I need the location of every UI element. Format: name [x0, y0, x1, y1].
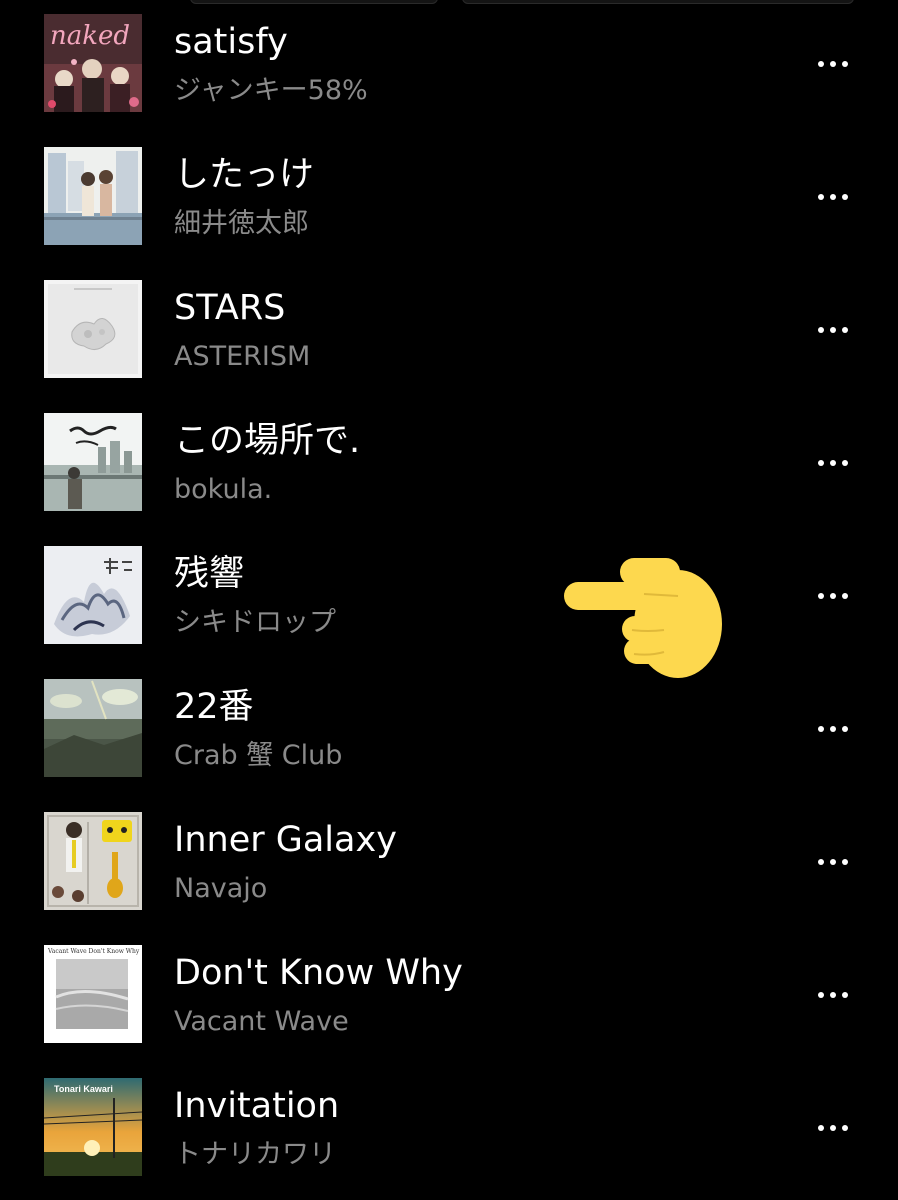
track-artist: ASTERISM: [174, 341, 311, 372]
more-options-button[interactable]: [806, 842, 860, 882]
track-title: Invitation: [174, 1086, 340, 1126]
more-options-button[interactable]: [806, 44, 860, 84]
track-artist: ジャンキー58%: [174, 75, 368, 106]
more-options-button[interactable]: [806, 1108, 860, 1148]
album-art-zankyo: [44, 546, 142, 644]
track-title: Inner Galaxy: [174, 820, 397, 860]
svg-text:Vacant Wave Don't Know Why: Vacant Wave Don't Know Why: [47, 948, 140, 955]
track-artist: シキドロップ: [174, 607, 336, 638]
more-options-button[interactable]: [806, 576, 860, 616]
track-title: 22番: [174, 687, 254, 727]
track-artist: Navajo: [174, 873, 268, 904]
more-options-button[interactable]: [806, 709, 860, 749]
more-options-button[interactable]: [806, 975, 860, 1015]
album-art-model-kit: [44, 812, 142, 910]
svg-text:naked: naked: [50, 21, 130, 51]
track-row[interactable]: 残響 シキドロップ: [0, 532, 898, 665]
pointing-hand-icon: [560, 552, 730, 682]
track-row[interactable]: Inner Galaxy Navajo: [0, 798, 898, 931]
track-title: STARS: [174, 288, 286, 328]
track-artist: Vacant Wave: [174, 1006, 349, 1037]
track-artist: トナリカワリ: [174, 1139, 336, 1170]
track-row[interactable]: STARS ASTERISM: [0, 266, 898, 399]
more-options-button[interactable]: [806, 443, 860, 483]
album-art-bokula: [44, 413, 142, 511]
track-row[interactable]: Vacant Wave Don't Know Why Don't Know Wh…: [0, 931, 898, 1064]
album-art-illustration: [44, 147, 142, 245]
track-title: この場所で.: [174, 421, 361, 461]
album-art-sunset: Tonari Kawari: [44, 1078, 142, 1176]
track-row[interactable]: naked satisfy ジャンキー58%: [0, 0, 898, 133]
track-title: satisfy: [174, 22, 288, 62]
track-row[interactable]: したっけ 細井徳太郎: [0, 133, 898, 266]
album-art-white-relief: [44, 280, 142, 378]
track-artist: bokula.: [174, 474, 273, 505]
track-title: Don't Know Why: [174, 953, 463, 993]
track-title: したっけ: [174, 155, 315, 195]
svg-text:Tonari Kawari: Tonari Kawari: [54, 1084, 113, 1094]
track-artist: 細井徳太郎: [174, 208, 309, 239]
track-artist: Crab 蟹 Club: [174, 740, 343, 771]
album-art-naked: naked: [44, 14, 142, 112]
track-title: 残響: [174, 554, 245, 594]
more-options-button[interactable]: [806, 177, 860, 217]
more-options-button[interactable]: [806, 310, 860, 350]
track-row[interactable]: Tonari Kawari Invitation トナリカワリ: [0, 1064, 898, 1197]
track-row[interactable]: 22番 Crab 蟹 Club: [0, 665, 898, 798]
album-art-landscape: [44, 679, 142, 777]
album-art-vacant-wave: Vacant Wave Don't Know Why: [44, 945, 142, 1043]
track-row[interactable]: この場所で. bokula.: [0, 399, 898, 532]
